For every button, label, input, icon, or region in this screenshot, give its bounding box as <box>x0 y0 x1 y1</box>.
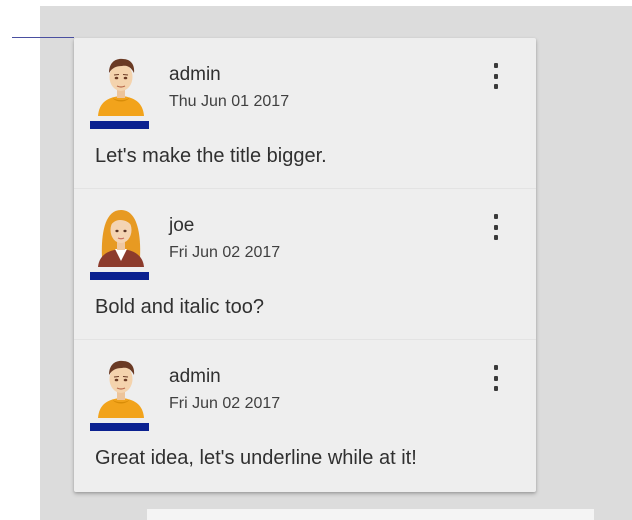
comment-text: Bold and italic too? <box>95 296 265 318</box>
author-marker <box>90 423 149 431</box>
comment-date: Thu Jun 01 2017 <box>169 93 290 110</box>
author-marker <box>90 272 149 280</box>
comment-text: Let's make the title bigger. <box>95 145 327 167</box>
comment-item: admin Thu Jun 01 2017 Let's make the tit… <box>74 38 536 189</box>
more-vertical-icon[interactable] <box>487 212 505 242</box>
male-avatar-icon <box>92 357 150 419</box>
reply-input[interactable] <box>147 509 594 520</box>
comment-item: admin Fri Jun 02 2017 Great idea, let's … <box>74 340 536 491</box>
more-vertical-icon[interactable] <box>487 61 505 91</box>
comment-text: Great idea, let's underline while at it! <box>95 447 417 469</box>
comment-item: joe Fri Jun 02 2017 Bold and italic too? <box>74 189 536 340</box>
male-avatar-icon <box>92 55 150 117</box>
comment-author: admin <box>169 64 221 85</box>
comments-page: admin Thu Jun 01 2017 Let's make the tit… <box>0 0 632 520</box>
author-marker <box>90 121 149 129</box>
comment-date: Fri Jun 02 2017 <box>169 244 281 261</box>
document-margin <box>0 0 40 520</box>
comment-author: admin <box>169 366 221 387</box>
comment-author: joe <box>169 215 195 236</box>
comment-anchor-line <box>12 37 74 38</box>
comment-thread: admin Thu Jun 01 2017 Let's make the tit… <box>74 38 536 492</box>
comment-date: Fri Jun 02 2017 <box>169 395 281 412</box>
more-vertical-icon[interactable] <box>487 363 505 393</box>
female-avatar-icon <box>92 206 150 268</box>
